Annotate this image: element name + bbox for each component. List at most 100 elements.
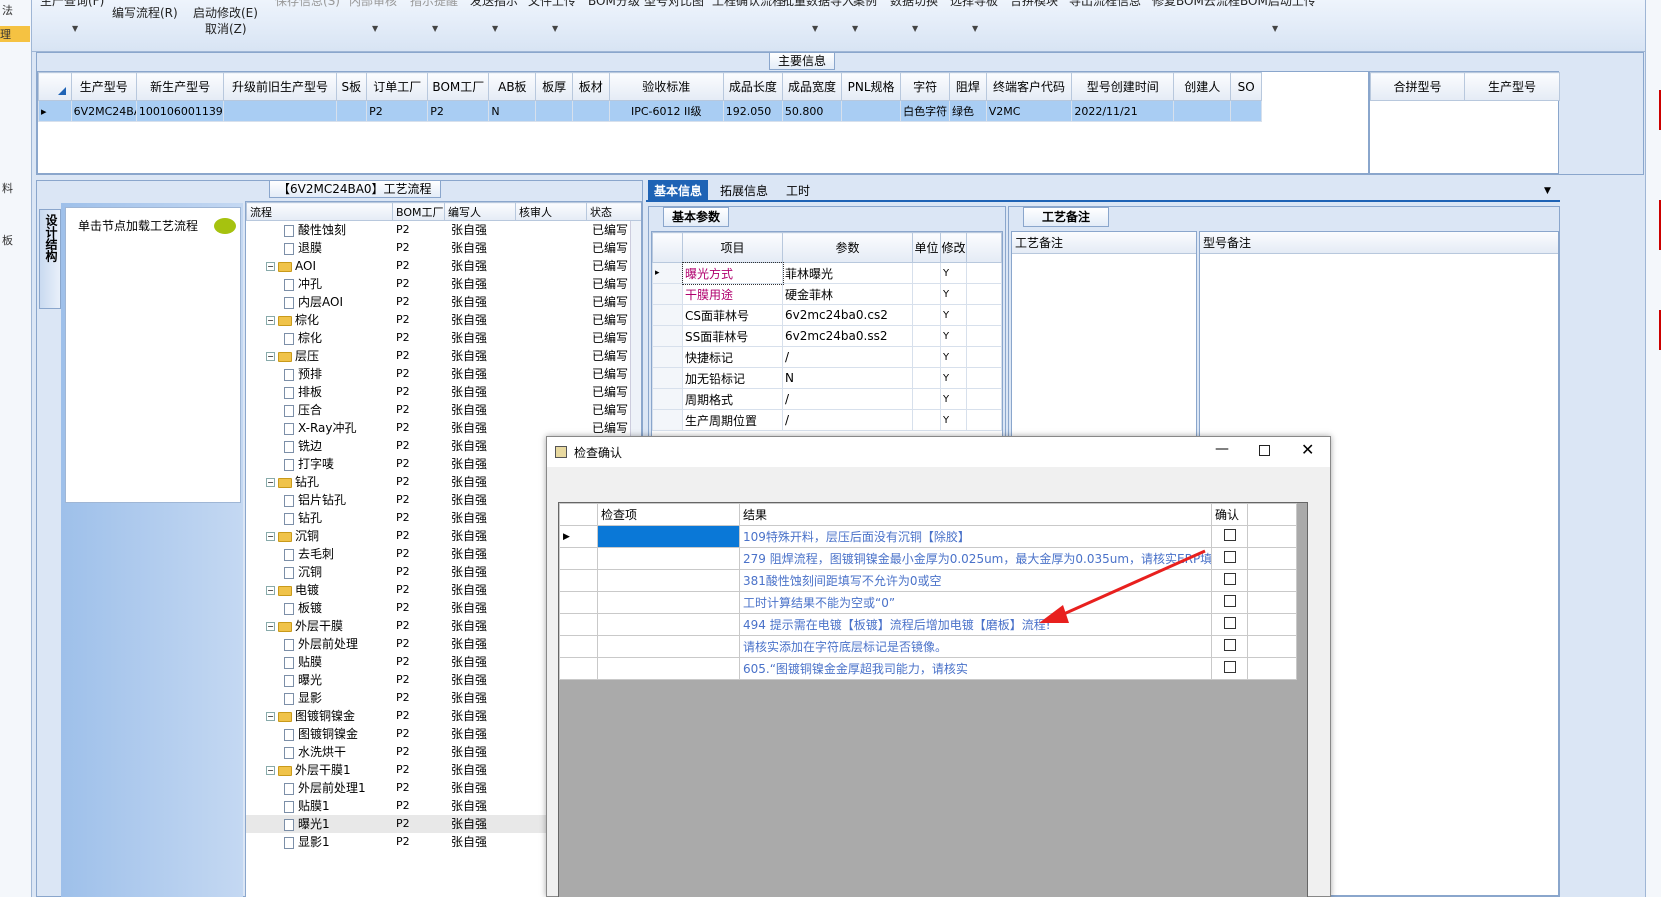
toolbar-button[interactable]: 案例 [853, 0, 877, 9]
main-info-cell[interactable] [335, 100, 368, 122]
left-nav-item[interactable]: 板 [2, 232, 13, 248]
col-modify[interactable]: 修改 [940, 232, 967, 263]
param-unit-cell[interactable] [912, 388, 941, 410]
main-info-cell[interactable] [571, 100, 610, 122]
col-flow[interactable]: 流程 [246, 202, 393, 221]
toolbar-button[interactable]: 选择导板 [950, 0, 998, 9]
cancel-button[interactable]: 取消(Z) [205, 20, 247, 37]
param-row[interactable]: 快捷标记 / Y [652, 346, 1002, 368]
start-modify-button[interactable]: 启动修改(E) [193, 4, 258, 21]
main-info-cell[interactable]: 50.800 [781, 100, 843, 122]
param-mod-cell[interactable]: Y [940, 325, 967, 347]
col-bom-factory[interactable]: BOM工厂 [392, 202, 445, 221]
main-info-cell[interactable]: 白色字符 [900, 100, 951, 122]
confirm-checkbox[interactable] [1223, 573, 1236, 585]
main-info-header[interactable]: 型号创建时间 [1071, 72, 1175, 101]
close-icon[interactable]: ✕ [1301, 440, 1314, 459]
tree-node[interactable]: 显影1 [246, 833, 392, 851]
param-item-cell[interactable]: 快捷标记 [682, 346, 783, 368]
tree-node[interactable]: 水洗烘干 [246, 743, 392, 761]
tree-node[interactable]: − 外层干膜 [246, 617, 392, 635]
design-structure-tab[interactable]: 设计结构 [39, 209, 61, 309]
param-value-cell[interactable]: N [782, 367, 913, 389]
dropdown-arrow-icon[interactable]: ▼ [812, 24, 818, 33]
col-writer[interactable]: 编写人 [444, 202, 516, 221]
toolbar-button[interactable]: BOM启动上传 [1240, 0, 1316, 9]
tree-row[interactable]: 内层AOI P2 张自强 已编写 [246, 293, 630, 311]
main-info-cell[interactable]: N [488, 100, 537, 122]
tree-node[interactable]: 曝光1 [246, 815, 392, 833]
main-info-header[interactable]: 新生产型号 [135, 72, 225, 101]
col-unit[interactable]: 单位 [912, 232, 941, 263]
dropdown-arrow-icon[interactable]: ▼ [432, 24, 438, 33]
production-model-header[interactable]: 生产型号 [1464, 72, 1560, 101]
tree-row[interactable]: − AOI P2 张自强 已编写 [246, 257, 630, 275]
param-mod-cell[interactable]: Y [940, 388, 967, 410]
dropdown-arrow-icon[interactable]: ▼ [912, 24, 918, 33]
tree-node[interactable]: − 钻孔 [246, 473, 392, 491]
main-info-cell[interactable]: 2022/11/21 [1071, 100, 1175, 122]
maximize-icon[interactable] [1259, 445, 1270, 456]
main-info-cell[interactable] [535, 100, 573, 122]
param-unit-cell[interactable] [912, 409, 941, 431]
tree-row[interactable]: 酸性蚀刻 P2 张自强 已编写 [246, 221, 630, 239]
result-cell[interactable]: 605.“图镀铜镍金金厚超我司能力，请核实 [739, 657, 1212, 680]
main-info-cell[interactable]: 6V2MC24BA0 [70, 100, 137, 122]
param-value-cell[interactable]: 菲林曝光 [782, 262, 913, 284]
main-info-cell[interactable]: IPC-6012 II级 [608, 100, 724, 122]
tree-node[interactable]: 棕化 [246, 329, 392, 347]
edit-flow-button[interactable]: 编写流程(R) [112, 4, 178, 21]
tree-node[interactable]: − 图镀铜镍金 [246, 707, 392, 725]
param-item-cell[interactable]: 生产周期位置 [682, 409, 783, 431]
param-item-cell[interactable]: 曝光方式 [681, 261, 784, 285]
col-check-item[interactable]: 检查项 [597, 503, 740, 526]
collapse-icon[interactable]: − [266, 262, 275, 271]
result-cell[interactable]: 请核实添加在字符底层标记是否镜像。 [739, 635, 1212, 658]
param-value-cell[interactable]: 6v2mc24ba0.ss2 [782, 325, 913, 347]
tree-node[interactable]: 酸性蚀刻 [246, 221, 392, 239]
param-item-cell[interactable]: 干膜用途 [682, 283, 783, 305]
col-status[interactable]: 状态 [586, 202, 641, 221]
param-item-cell[interactable]: CS面菲林号 [682, 304, 783, 326]
collapse-icon[interactable]: − [266, 478, 275, 487]
tree-node[interactable]: 贴膜1 [246, 797, 392, 815]
collapse-icon[interactable]: − [266, 532, 275, 541]
tree-row[interactable]: − 棕化 P2 张自强 已编写 [246, 311, 630, 329]
main-info-header[interactable]: 成品长度 [722, 72, 783, 101]
toolbar-button[interactable]: 生产查询(F) [40, 0, 104, 9]
confirm-checkbox[interactable] [1223, 551, 1236, 563]
param-row[interactable]: SS面菲林号 6v2mc24ba0.ss2 Y [652, 325, 1002, 347]
main-info-header[interactable]: BOM工厂 [427, 72, 490, 101]
main-info-header[interactable]: 升级前旧生产型号 [223, 72, 337, 101]
merge-model-header[interactable]: 合拼型号 [1370, 72, 1465, 101]
tree-node[interactable]: − 沉铜 [246, 527, 392, 545]
check-row[interactable]: ▶ 109特殊开料，层压后面没有沉铜【除胶】 [559, 525, 1297, 548]
tree-node[interactable]: 外层前处理 [246, 635, 392, 653]
main-info-header[interactable]: AB板 [488, 72, 537, 101]
param-item-cell[interactable]: 周期格式 [682, 388, 783, 410]
check-item-cell[interactable] [597, 591, 740, 614]
tree-node[interactable]: 钻孔 [246, 509, 392, 527]
main-info-header[interactable]: 板厚 [535, 72, 573, 101]
tree-row[interactable]: 退膜 P2 张自强 已编写 [246, 239, 630, 257]
toolbar-button[interactable]: 工程确认流程 [712, 0, 784, 9]
main-info-header[interactable]: 生产型号 [70, 72, 137, 101]
tree-node[interactable]: 打字唛 [246, 455, 392, 473]
param-row[interactable]: ▸ 曝光方式 菲林曝光 Y [652, 261, 1002, 285]
param-row[interactable]: 生产周期位置 / Y [652, 409, 1002, 431]
param-unit-cell[interactable] [912, 367, 941, 389]
tree-row[interactable]: 冲孔 P2 张自强 已编写 [246, 275, 630, 293]
tree-node[interactable]: − 层压 [246, 347, 392, 365]
check-item-cell[interactable] [597, 635, 740, 658]
main-info-cell[interactable]: 10010600113982 [135, 100, 225, 122]
tree-node[interactable]: 预排 [246, 365, 392, 383]
param-mod-cell[interactable]: Y [940, 367, 967, 389]
check-item-cell[interactable] [597, 613, 740, 636]
toolbar-button[interactable]: 批量数据导入 [782, 0, 854, 9]
check-item-cell[interactable] [597, 525, 740, 548]
check-row[interactable]: 605.“图镀铜镍金金厚超我司能力，请核实 [559, 657, 1297, 680]
param-value-cell[interactable]: 6v2mc24ba0.cs2 [782, 304, 913, 326]
tree-node[interactable]: 图镀铜镍金 [246, 725, 392, 743]
tree-node[interactable]: 显影 [246, 689, 392, 707]
minimize-icon[interactable]: — [1215, 441, 1229, 457]
